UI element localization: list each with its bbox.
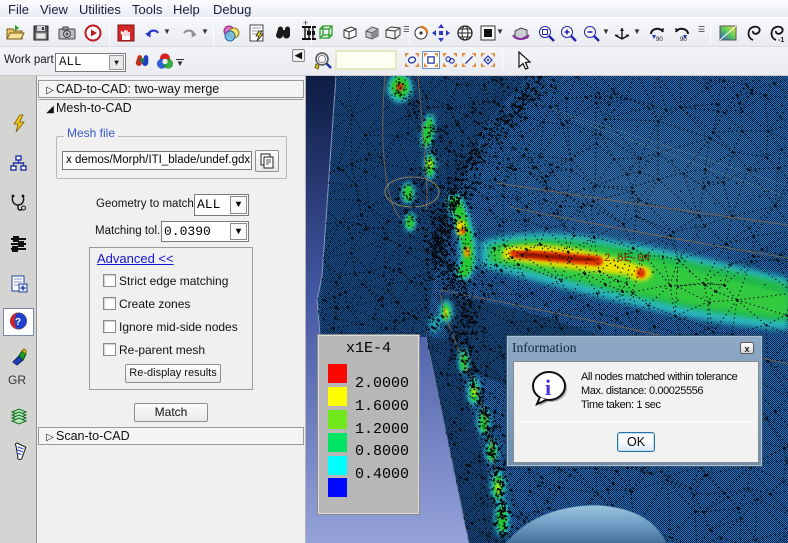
svg-text:2.5E-04: 2.5E-04 bbox=[604, 253, 651, 265]
svg-text:90: 90 bbox=[680, 37, 687, 43]
svg-text:90: 90 bbox=[656, 37, 663, 43]
svg-text:?: ? bbox=[15, 317, 21, 328]
svg-text:i: i bbox=[545, 375, 551, 400]
svg-text:-1: -1 bbox=[778, 37, 784, 43]
